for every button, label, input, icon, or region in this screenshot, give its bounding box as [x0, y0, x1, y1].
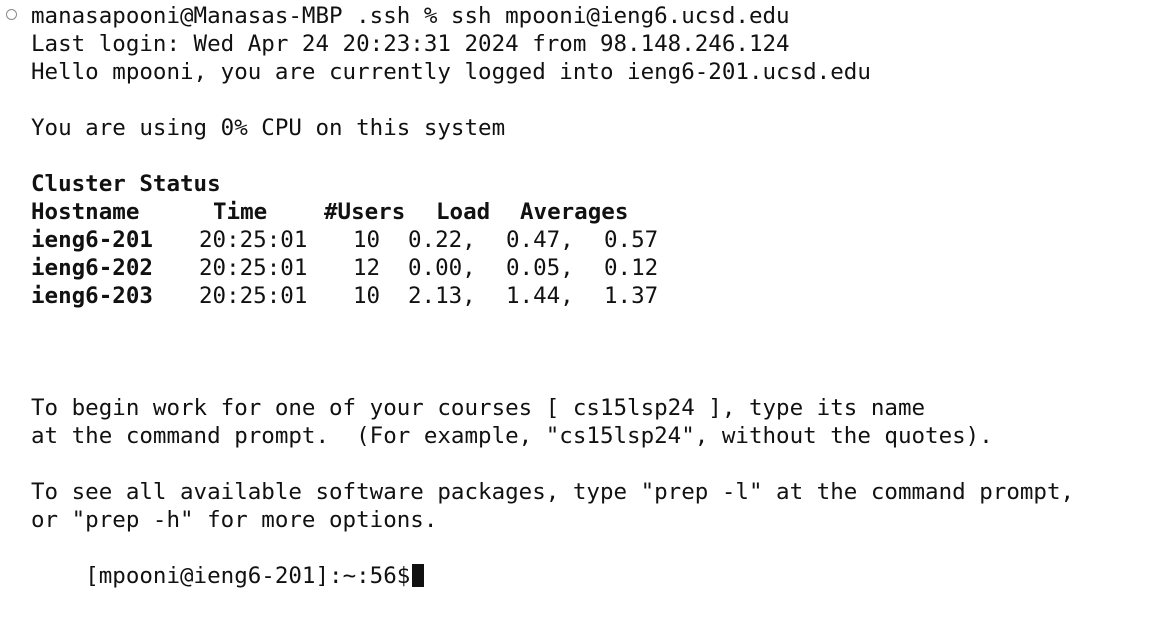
- row-load: 0.00,: [408, 255, 476, 281]
- table-row: ieng6-201 20:25:01 10 0.22, 0.47, 0.57: [31, 226, 731, 254]
- row-avg15: 0.57: [604, 227, 659, 253]
- terminal-window[interactable]: manasapooni@Manasas-MBP .ssh % ssh mpoon…: [0, 0, 1158, 589]
- row-load: 2.13,: [408, 283, 476, 309]
- text-cursor[interactable]: [412, 564, 425, 587]
- row-avg5: 0.47,: [506, 227, 574, 253]
- prep-info-line-2: or "prep -h" for more options.: [31, 507, 438, 533]
- row-time: 20:25:01: [199, 255, 308, 281]
- row-avg15: 0.12: [604, 255, 659, 281]
- command-mark-icon[interactable]: [6, 9, 17, 20]
- cluster-table-header: Hostname Time #Users Load Averages: [31, 198, 731, 226]
- row-users: 10: [353, 227, 381, 253]
- table-row: ieng6-202 20:25:01 12 0.00, 0.05, 0.12: [31, 254, 731, 282]
- header-load: Load: [436, 199, 491, 225]
- cpu-usage-line: You are using 0% CPU on this system: [31, 115, 506, 141]
- header-averages: Averages: [520, 199, 629, 225]
- prep-info-line-1: To see all available software packages, …: [31, 479, 1075, 505]
- row-hostname: ieng6-201: [31, 227, 153, 253]
- table-row: ieng6-203 20:25:01 10 2.13, 1.44, 1.37: [31, 282, 731, 310]
- row-time: 20:25:01: [199, 283, 308, 309]
- row-avg5: 0.05,: [506, 255, 574, 281]
- row-hostname: ieng6-202: [31, 255, 153, 281]
- ssh-command-line: manasapooni@Manasas-MBP .ssh % ssh mpoon…: [31, 3, 790, 29]
- header-time: Time: [213, 199, 268, 225]
- courses-info-line-2: at the command prompt. (For example, "cs…: [31, 423, 993, 449]
- row-avg5: 1.44,: [506, 283, 574, 309]
- row-hostname: ieng6-203: [31, 283, 153, 309]
- cluster-status-title: Cluster Status: [31, 171, 221, 197]
- hello-line: Hello mpooni, you are currently logged i…: [31, 59, 871, 85]
- last-login-line: Last login: Wed Apr 24 20:23:31 2024 fro…: [31, 31, 790, 57]
- courses-info-line-1: To begin work for one of your courses [ …: [31, 395, 926, 421]
- header-hostname: Hostname: [31, 199, 140, 225]
- row-avg15: 1.37: [604, 283, 659, 309]
- row-load: 0.22,: [408, 227, 476, 253]
- row-time: 20:25:01: [199, 227, 308, 253]
- header-users: #Users: [324, 199, 406, 225]
- row-users: 10: [353, 283, 381, 309]
- prompt-text: [mpooni@ieng6-201]:~:56$: [85, 563, 411, 589]
- row-users: 12: [353, 255, 381, 281]
